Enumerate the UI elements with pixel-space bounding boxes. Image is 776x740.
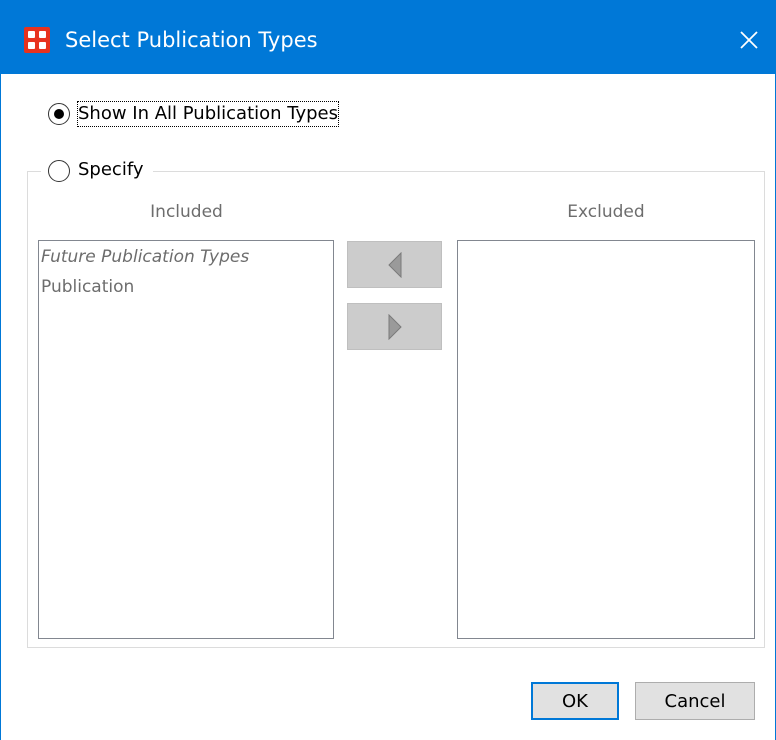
specify-radio[interactable]: [48, 160, 70, 182]
close-button[interactable]: [731, 22, 767, 58]
included-header: Included: [150, 202, 223, 222]
excluded-header: Excluded: [567, 202, 645, 222]
move-right-button[interactable]: [347, 303, 442, 350]
list-item[interactable]: Future Publication Types: [39, 241, 333, 273]
radio-selected-dot: [54, 109, 64, 119]
app-logo-icon: [24, 27, 50, 53]
ok-button[interactable]: OK: [531, 682, 619, 720]
window-title: Select Publication Types: [65, 28, 318, 52]
show-all-radio[interactable]: [48, 103, 70, 125]
excluded-list[interactable]: [457, 240, 755, 639]
list-item[interactable]: Publication: [39, 271, 333, 303]
dialog-window: Select Publication Types Show In All Pub…: [0, 0, 776, 740]
close-icon: [740, 31, 758, 49]
move-left-button[interactable]: [347, 241, 442, 288]
show-all-label[interactable]: Show In All Publication Types: [77, 101, 339, 127]
triangle-left-icon: [387, 251, 401, 278]
title-bar[interactable]: Select Publication Types: [1, 0, 776, 74]
specify-label[interactable]: Specify: [78, 158, 144, 182]
triangle-right-icon: [388, 313, 402, 340]
included-list[interactable]: Future Publication Types Publication: [38, 240, 334, 639]
cancel-button[interactable]: Cancel: [635, 682, 755, 720]
